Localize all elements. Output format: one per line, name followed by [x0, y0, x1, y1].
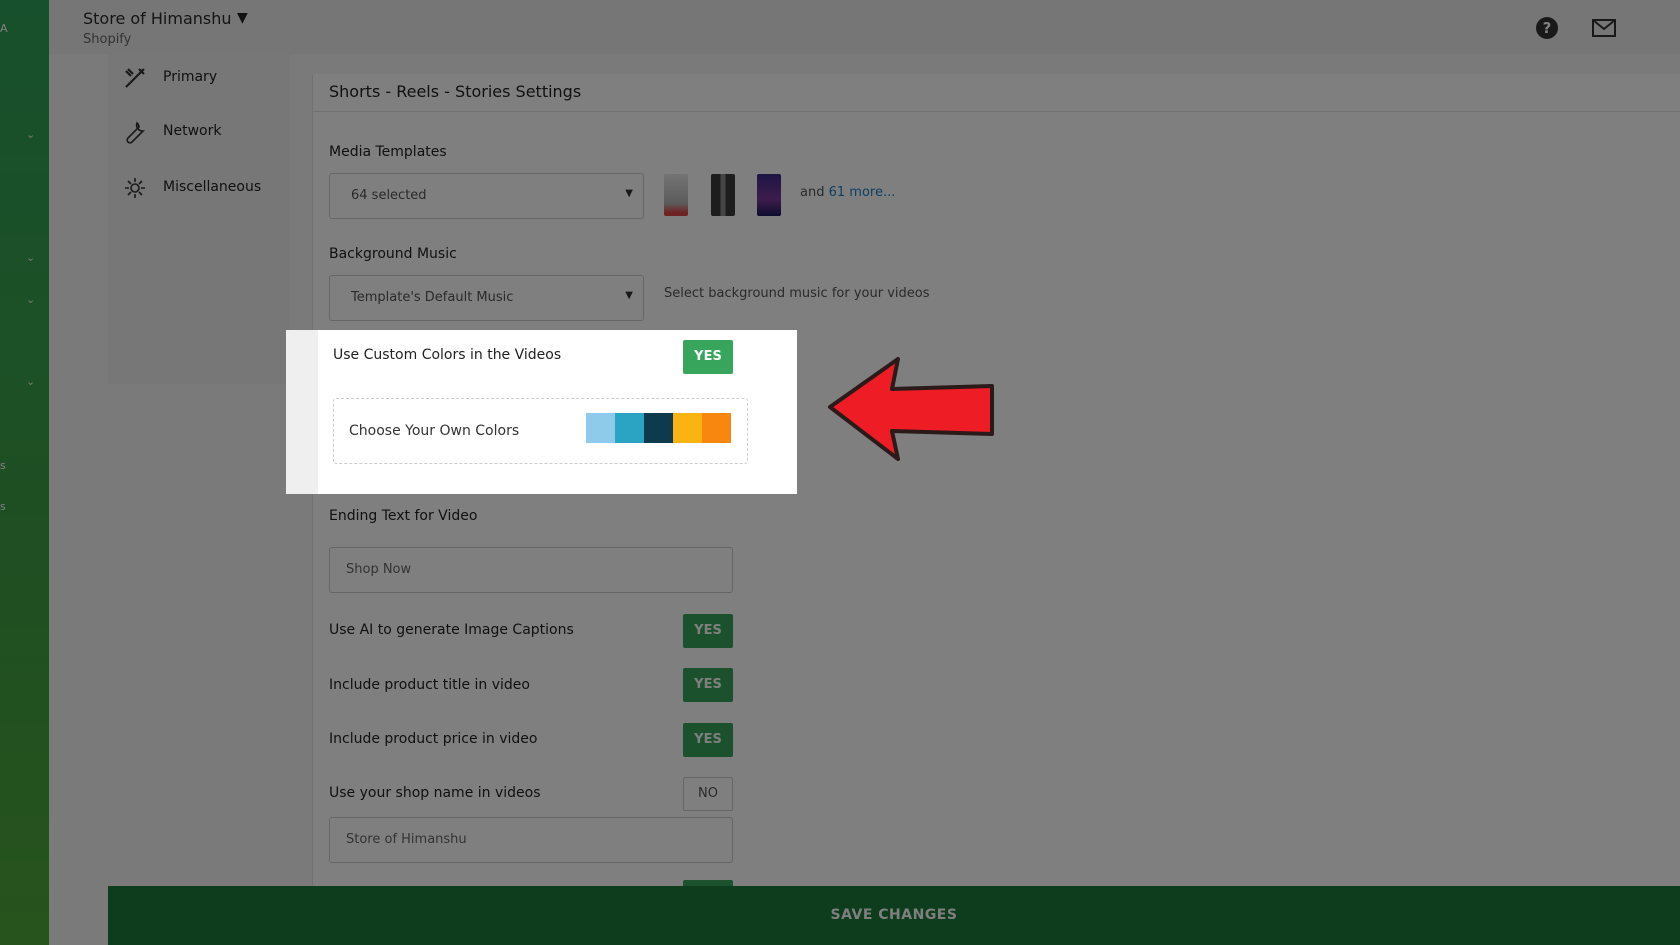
annotation-arrow-icon	[828, 357, 994, 461]
save-button-label: SAVE CHANGES	[830, 907, 958, 923]
color-swatch[interactable]	[586, 413, 615, 443]
template-thumbnail[interactable]	[664, 174, 688, 216]
background-music-label: Background Music	[329, 246, 457, 262]
sidebar-item-primary[interactable]: Primary	[108, 54, 290, 104]
settings-panel: Shorts - Reels - Stories Settings Media …	[312, 74, 1680, 945]
nav-fragment-label: s	[0, 500, 6, 513]
card-stripe	[286, 330, 318, 494]
more-prefix: and	[800, 185, 825, 200]
media-templates-label: Media Templates	[329, 144, 447, 160]
mail-icon[interactable]	[1592, 19, 1616, 37]
top-header: Store of Himanshu ▼ Shopify	[49, 0, 1680, 54]
sidebar-item-label: Network	[163, 123, 222, 139]
settings-sidebar: Primary Network Miscellaneous	[108, 54, 290, 384]
panel-header: Shorts - Reels - Stories Settings	[313, 74, 1680, 112]
chevron-down-icon[interactable]: ⌄	[26, 128, 40, 142]
left-navigation: A ⌄ ⌄ ⌄ ⌄ s s	[0, 0, 49, 945]
background-music-select[interactable]: Template's Default Music ▼	[329, 275, 644, 321]
product-price-label: Include product price in video	[329, 731, 538, 747]
more-templates-link[interactable]: and 61 more...	[800, 185, 895, 200]
nav-fragment-label: s	[0, 459, 6, 472]
ai-captions-label: Use AI to generate Image Captions	[329, 622, 574, 638]
sidebar-item-miscellaneous[interactable]: Miscellaneous	[108, 164, 290, 214]
color-swatch[interactable]	[615, 413, 644, 443]
template-thumbnail[interactable]	[757, 174, 781, 216]
input-value: Shop Now	[346, 562, 412, 577]
custom-colors-toggle[interactable]: YES	[683, 340, 733, 374]
select-value: 64 selected	[351, 188, 427, 203]
platform-label: Shopify	[83, 32, 132, 47]
ending-text-input[interactable]: Shop Now	[329, 547, 733, 593]
store-name[interactable]: Store of Himanshu	[83, 9, 232, 28]
gear-icon	[125, 178, 145, 198]
template-thumbnail[interactable]	[711, 174, 735, 216]
caret-down-icon[interactable]: ▼	[237, 10, 248, 26]
tools-icon	[125, 68, 145, 88]
color-picker-box: Choose Your Own Colors	[333, 398, 748, 464]
custom-colors-card: Use Custom Colors in the Videos YES Choo…	[286, 330, 797, 494]
wrench-icon	[126, 121, 146, 144]
chevron-down-icon[interactable]: ⌄	[26, 375, 40, 389]
sidebar-item-label: Primary	[163, 69, 218, 85]
ending-text-label: Ending Text for Video	[329, 508, 478, 524]
dropdown-arrow-icon: ▼	[625, 290, 633, 301]
help-icon[interactable]: ?	[1536, 17, 1558, 39]
input-value: Store of Himanshu	[346, 832, 467, 847]
chevron-down-icon[interactable]: ⌄	[26, 293, 40, 307]
color-swatch[interactable]	[673, 413, 702, 443]
sidebar-item-network[interactable]: Network	[108, 108, 290, 158]
dropdown-arrow-icon: ▼	[625, 188, 633, 199]
page-title: Shorts - Reels - Stories Settings	[329, 82, 582, 101]
color-swatch[interactable]	[702, 413, 731, 443]
color-swatch[interactable]	[644, 413, 673, 443]
save-changes-button[interactable]: SAVE CHANGES	[108, 886, 1680, 945]
product-title-label: Include product title in video	[329, 677, 530, 693]
sidebar-item-label: Miscellaneous	[163, 179, 262, 195]
shop-name-input[interactable]: Store of Himanshu	[329, 817, 733, 863]
custom-colors-label: Use Custom Colors in the Videos	[333, 347, 562, 363]
more-link-text[interactable]: 61 more...	[829, 185, 896, 200]
select-value: Template's Default Music	[351, 290, 514, 305]
media-templates-select[interactable]: 64 selected ▼	[329, 173, 644, 219]
product-price-toggle[interactable]: YES	[683, 723, 733, 757]
color-swatches	[586, 413, 731, 443]
ai-captions-toggle[interactable]: YES	[683, 614, 733, 648]
nav-fragment-label: A	[0, 22, 8, 35]
shop-name-label: Use your shop name in videos	[329, 785, 541, 801]
chevron-down-icon[interactable]: ⌄	[26, 251, 40, 265]
choose-colors-label: Choose Your Own Colors	[349, 423, 520, 439]
background-music-helper: Select background music for your videos	[664, 286, 930, 301]
product-title-toggle[interactable]: YES	[683, 668, 733, 702]
shop-name-toggle[interactable]: NO	[683, 777, 733, 811]
